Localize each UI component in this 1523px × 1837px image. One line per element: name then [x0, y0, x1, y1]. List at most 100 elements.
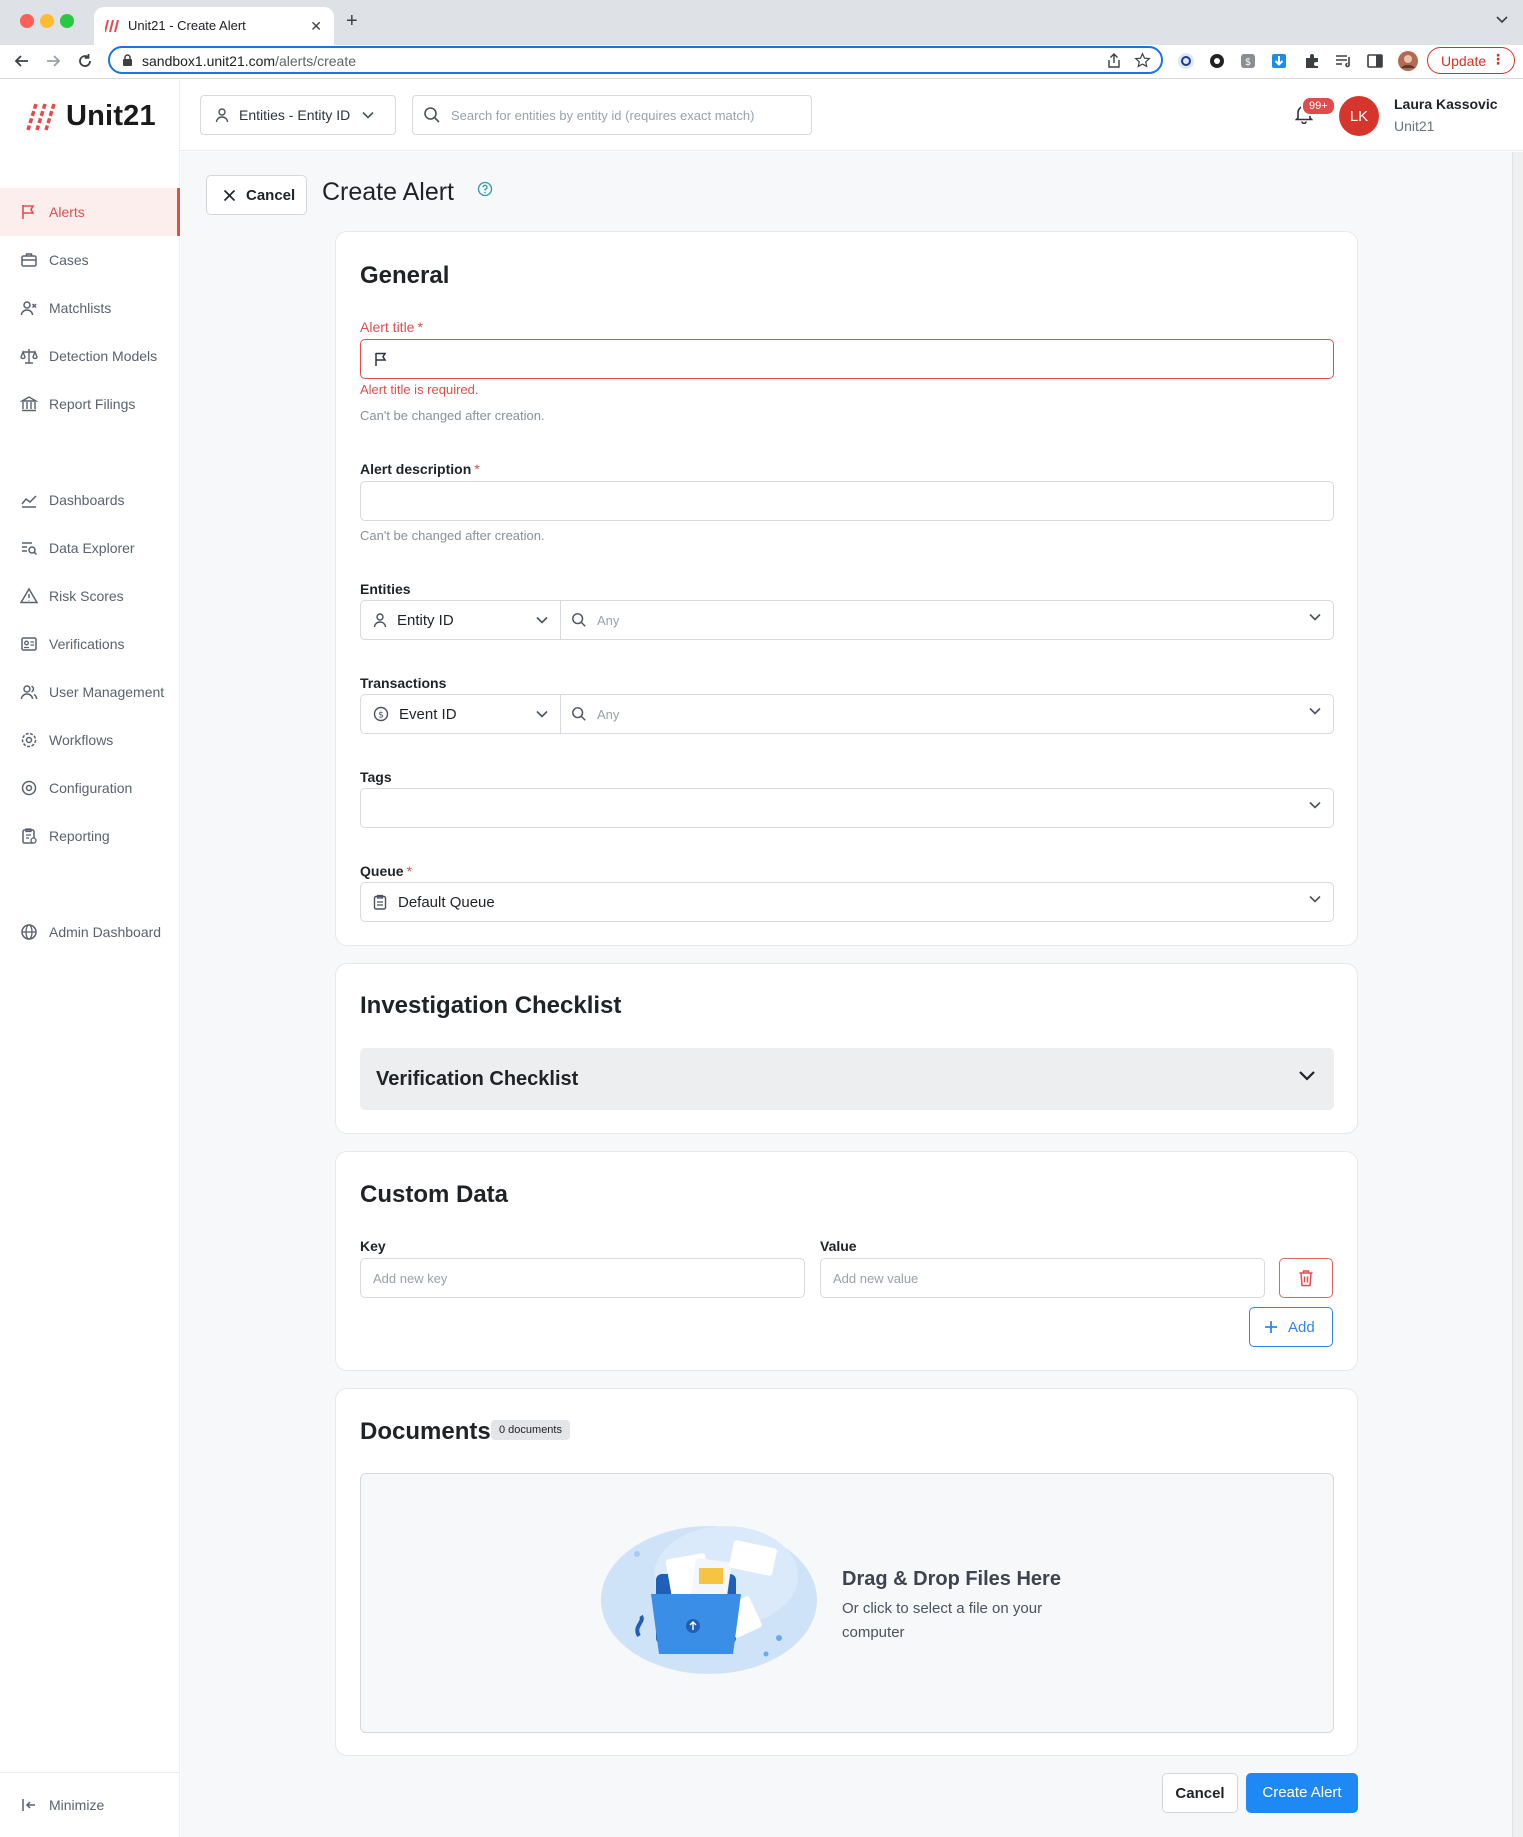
entity-type-select[interactable]: Entities - Entity ID: [200, 95, 396, 135]
tab-search-chevron-icon[interactable]: [1495, 14, 1509, 24]
documents-count-badge: 0 documents: [491, 1420, 570, 1440]
reading-list-icon[interactable]: [1334, 52, 1352, 70]
extension-dollar-icon[interactable]: $: [1239, 52, 1257, 70]
entities-field: Entity ID Any: [360, 600, 1334, 640]
forward-arrow-icon[interactable]: [43, 51, 63, 71]
chevron-down-icon: [1299, 1071, 1315, 1081]
sidebar-item-alerts[interactable]: Alerts: [0, 188, 180, 236]
alert-title-input[interactable]: [360, 339, 1334, 379]
create-alert-button[interactable]: Create Alert: [1246, 1773, 1358, 1813]
scale-icon: [20, 349, 38, 364]
custom-value-input[interactable]: Add new value: [820, 1258, 1265, 1298]
file-dropzone[interactable]: Drag & Drop Files Here Or click to selec…: [360, 1473, 1334, 1733]
transactions-search-select[interactable]: Any: [561, 695, 1333, 733]
window-zoom-dot[interactable]: [60, 14, 74, 28]
extension-gear-icon[interactable]: [1208, 52, 1226, 70]
profile-avatar-icon[interactable]: [1397, 50, 1419, 72]
unit21-logo-mark-icon: [26, 102, 56, 131]
entities-search-select[interactable]: Any: [561, 601, 1333, 639]
clipboard-icon: [373, 894, 387, 910]
custom-data-card: Custom Data Key Value Add new key Add ne…: [335, 1151, 1358, 1371]
tab-close-icon[interactable]: ✕: [310, 18, 322, 35]
user-avatar[interactable]: LK: [1339, 96, 1379, 136]
folder-upload-illustration-icon: [601, 1526, 817, 1674]
search-icon: [572, 707, 586, 721]
cog-flow-icon: [21, 732, 37, 748]
tags-label: Tags: [360, 769, 392, 785]
minimize-sidebar-button[interactable]: Minimize: [0, 1781, 180, 1829]
documents-title: Documents: [360, 1418, 491, 1445]
sidebar-item-cases[interactable]: Cases: [0, 236, 180, 284]
alert-description-input[interactable]: [360, 481, 1334, 521]
new-tab-icon[interactable]: +: [346, 11, 358, 31]
sidebar-item-risk-scores[interactable]: Risk Scores: [0, 572, 180, 620]
app-sidebar: Unit21 Alerts Cases Matchlists Detection…: [0, 80, 180, 1837]
side-panel-icon[interactable]: [1366, 52, 1384, 70]
alert-title-label: Alert title *: [360, 319, 423, 335]
custom-key-input[interactable]: Add new key: [360, 1258, 805, 1298]
flag-icon: [375, 352, 387, 366]
close-icon: [223, 189, 236, 201]
user-icon: [215, 108, 229, 123]
bookmark-star-icon[interactable]: [1134, 52, 1151, 69]
app-header: Entities - Entity ID Search for entities…: [180, 80, 1523, 151]
address-bar[interactable]: sandbox1.unit21.com/alerts/create: [108, 46, 1163, 74]
help-icon[interactable]: [477, 181, 493, 197]
chevron-down-icon: [1309, 895, 1321, 903]
sidebar-item-configuration[interactable]: Configuration: [0, 764, 180, 812]
entity-search-input[interactable]: Search for entities by entity id (requir…: [412, 95, 812, 135]
transactions-label: Transactions: [360, 675, 447, 691]
sidebar-item-data-explorer[interactable]: Data Explorer: [0, 524, 180, 572]
sidebar-item-dashboards[interactable]: Dashboards: [0, 476, 180, 524]
clipboard-report-icon: [22, 828, 37, 844]
notification-count-badge: 99+: [1301, 96, 1336, 116]
queue-select[interactable]: Default Queue: [360, 882, 1334, 922]
window-minimize-dot[interactable]: [40, 14, 54, 28]
sidebar-item-admin-dashboard[interactable]: Admin Dashboard: [0, 908, 180, 956]
footer-cancel-button[interactable]: Cancel: [1162, 1773, 1238, 1813]
entities-type-select[interactable]: Entity ID: [361, 601, 561, 639]
sidebar-item-workflows[interactable]: Workflows: [0, 716, 180, 764]
user-name: Laura Kassovic: [1394, 96, 1498, 112]
list-search-icon: [22, 542, 38, 556]
share-icon[interactable]: [1107, 53, 1121, 69]
bank-icon: [20, 396, 38, 412]
reload-icon[interactable]: [75, 51, 95, 71]
extensions-puzzle-icon[interactable]: [1303, 52, 1321, 70]
browser-tab[interactable]: Unit21 - Create Alert ✕: [94, 7, 334, 45]
chevron-down-icon: [1309, 801, 1321, 809]
user-icon: [373, 613, 387, 628]
unit21-logo[interactable]: Unit21: [26, 100, 156, 133]
chevron-down-icon[interactable]: [1309, 707, 1321, 715]
sidebar-item-report-filings[interactable]: Report Filings: [0, 380, 180, 428]
user-x-icon: [20, 301, 37, 316]
transactions-field: $ Event ID Any: [360, 694, 1334, 734]
transactions-type-select[interactable]: $ Event ID: [361, 695, 561, 733]
sidebar-item-matchlists[interactable]: Matchlists: [0, 284, 180, 332]
sidebar-item-user-management[interactable]: User Management: [0, 668, 180, 716]
svg-text:$: $: [378, 711, 384, 721]
page-scrollbar[interactable]: [1512, 152, 1523, 1837]
extension-download-icon[interactable]: [1270, 52, 1288, 70]
back-arrow-icon[interactable]: [12, 51, 32, 71]
verification-checklist-accordion[interactable]: Verification Checklist: [360, 1048, 1334, 1110]
sidebar-item-detection-models[interactable]: Detection Models: [0, 332, 180, 380]
entities-label: Entities: [360, 581, 411, 597]
flag-icon: [22, 205, 35, 219]
chevron-down-icon[interactable]: [1309, 613, 1321, 621]
add-custom-data-button[interactable]: Add: [1249, 1307, 1333, 1347]
delete-row-button[interactable]: [1279, 1258, 1333, 1298]
sidebar-item-reporting[interactable]: Reporting: [0, 812, 180, 860]
alert-title-helper: Can't be changed after creation.: [360, 408, 545, 423]
documents-card: Documents 0 documents Drag & Drop Files …: [335, 1388, 1358, 1756]
extension-a-icon[interactable]: [1177, 52, 1195, 70]
queue-label: Queue *: [360, 863, 413, 879]
tags-select[interactable]: [360, 788, 1334, 828]
alert-title-error: Alert title is required.: [360, 382, 479, 397]
page-title: Create Alert: [322, 178, 455, 206]
browser-update-button[interactable]: Update ⋮: [1427, 47, 1515, 74]
id-card-icon: [21, 637, 37, 651]
sidebar-item-verifications[interactable]: Verifications: [0, 620, 180, 668]
window-close-dot[interactable]: [20, 14, 34, 28]
cancel-button[interactable]: Cancel: [206, 175, 307, 215]
